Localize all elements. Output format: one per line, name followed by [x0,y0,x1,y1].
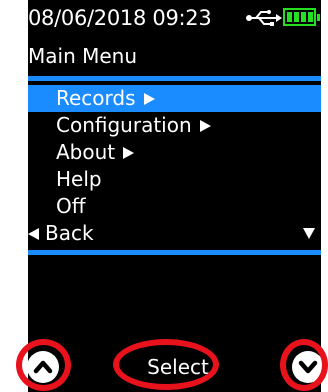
menu-item-help[interactable]: Help [28,166,321,193]
battery-cell [287,12,292,22]
submenu-arrow-icon [123,147,135,159]
bottom-divider [28,250,321,255]
menu-item-label: Off [56,194,86,218]
menu-item-label: Help [56,167,102,191]
menu-title: Main Menu [28,44,138,68]
chevron-down-icon [298,360,318,374]
battery-nub [317,14,320,21]
menu-item-label: Configuration [56,113,192,137]
battery-cell [308,12,313,22]
softkey-bar: Select [28,345,321,392]
menu-item-back[interactable]: Back [28,220,321,247]
chevron-up-icon [33,360,53,374]
submenu-arrow-icon [199,120,211,132]
menu-item-label: Back [45,221,94,245]
up-button[interactable] [28,351,59,383]
battery-full-icon [283,8,320,26]
top-divider [28,76,321,81]
device-screen: 08/06/2018 09:23 Main Menu Records Confi… [28,0,321,392]
submenu-arrow-icon [143,93,155,105]
battery-cell [301,12,306,22]
status-bar: 08/06/2018 09:23 [28,0,321,36]
down-button[interactable] [292,351,321,383]
menu-item-label: Records [56,86,136,110]
menu-item-about[interactable]: About [28,139,321,166]
menu-item-records[interactable]: Records [28,85,321,112]
usb-icon [246,10,282,26]
menu-item-off[interactable]: Off [28,193,321,220]
battery-cell [294,12,299,22]
menu-list: Records Configuration About Help Off Bac… [28,85,321,247]
menu-item-configuration[interactable]: Configuration [28,112,321,139]
triangle-down-icon [303,228,315,239]
back-arrow-icon [28,228,39,240]
select-softkey[interactable]: Select [138,351,218,383]
menu-item-label: About [56,140,116,164]
status-datetime: 08/06/2018 09:23 [28,6,212,30]
